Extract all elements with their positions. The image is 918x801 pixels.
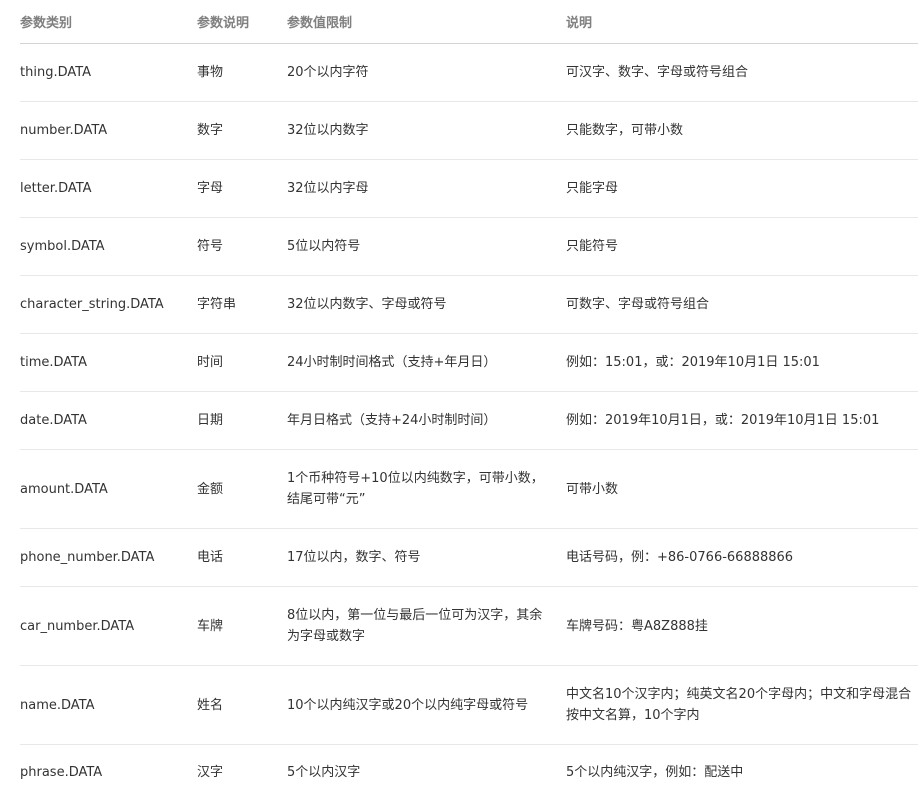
table-row: amount.DATA 金额 1个币种符号+10位以内纯数字，可带小数，结尾可带… <box>20 449 918 529</box>
cell-param-type: date.DATA <box>20 391 197 450</box>
cell-param-limit: 1个币种符号+10位以内纯数字，可带小数，结尾可带“元” <box>287 449 566 529</box>
table-body: thing.DATA 事物 20个以内字符 可汉字、数字、字母或符号组合 num… <box>20 43 918 801</box>
cell-param-name: 字母 <box>197 159 287 218</box>
cell-description: 可带小数 <box>566 449 918 529</box>
cell-param-name: 数字 <box>197 101 287 160</box>
cell-description: 可汉字、数字、字母或符号组合 <box>566 43 918 102</box>
cell-param-limit: 20个以内字符 <box>287 43 566 102</box>
cell-description: 只能字母 <box>566 159 918 218</box>
parameter-table: 参数类别 参数说明 参数值限制 说明 thing.DATA 事物 20个以内字符… <box>20 0 918 801</box>
cell-param-name: 金额 <box>197 449 287 529</box>
cell-param-name: 时间 <box>197 333 287 392</box>
cell-param-type: symbol.DATA <box>20 217 197 276</box>
cell-param-limit: 年月日格式（支持+24小时制时间） <box>287 391 566 450</box>
cell-description: 可数字、字母或符号组合 <box>566 275 918 334</box>
cell-param-limit: 32位以内字母 <box>287 159 566 218</box>
table-row: phrase.DATA 汉字 5个以内汉字 5个以内纯汉字，例如：配送中 <box>20 745 918 801</box>
cell-description: 5个以内纯汉字，例如：配送中 <box>566 765 744 781</box>
header-description: 说明 <box>566 0 918 44</box>
cell-param-type: number.DATA <box>20 101 197 160</box>
cell-param-limit: 10个以内纯汉字或20个以内纯字母或符号 <box>287 665 566 745</box>
cell-param-name: 姓名 <box>197 665 287 745</box>
table-row: time.DATA 时间 24小时制时间格式（支持+年月日） 例如：15:01，… <box>20 333 918 392</box>
cell-description: 中文名10个汉字内；纯英文名20个字母内；中文和字母混合按中文名算，10个字内 <box>566 665 918 745</box>
cell-param-name: 事物 <box>197 43 287 102</box>
cell-param-limit: 32位以内数字、字母或符号 <box>287 275 566 334</box>
cell-param-type: car_number.DATA <box>20 586 197 666</box>
table-row: number.DATA 数字 32位以内数字 只能数字，可带小数 <box>20 101 918 160</box>
cell-param-limit: 8位以内，第一位与最后一位可为汉字，其余为字母或数字 <box>287 586 566 666</box>
header-param-type: 参数类别 <box>20 0 197 44</box>
table-row: phone_number.DATA 电话 17位以内，数字、符号 电话号码，例：… <box>20 528 918 587</box>
cell-param-name: 符号 <box>197 217 287 276</box>
cell-param-type: time.DATA <box>20 333 197 392</box>
cell-param-name: 电话 <box>197 528 287 587</box>
cell-description: 车牌号码：粤A8Z888挂 <box>566 586 918 666</box>
cell-description: 例如：2019年10月1日，或：2019年10月1日 15:01 <box>566 391 918 450</box>
cell-description: 只能数字，可带小数 <box>566 101 918 160</box>
cell-param-limit: 5位以内符号 <box>287 217 566 276</box>
cell-param-type: thing.DATA <box>20 43 197 102</box>
header-param-name: 参数说明 <box>197 0 287 44</box>
cell-param-type: character_string.DATA <box>20 275 197 334</box>
table-row: character_string.DATA 字符串 32位以内数字、字母或符号 … <box>20 275 918 334</box>
cell-param-name: 日期 <box>197 391 287 450</box>
cell-param-limit: 5个以内汉字 <box>287 765 361 781</box>
table-row: car_number.DATA 车牌 8位以内，第一位与最后一位可为汉字，其余为… <box>20 586 918 666</box>
cell-param-name: 字符串 <box>197 275 287 334</box>
cell-param-type: amount.DATA <box>20 449 197 529</box>
cell-param-name: 汉字 <box>197 765 224 781</box>
table-row: symbol.DATA 符号 5位以内符号 只能符号 <box>20 217 918 276</box>
table-row: thing.DATA 事物 20个以内字符 可汉字、数字、字母或符号组合 <box>20 43 918 102</box>
cell-param-name: 车牌 <box>197 586 287 666</box>
cell-param-limit: 32位以内数字 <box>287 101 566 160</box>
cell-param-type: name.DATA <box>20 665 197 745</box>
cell-param-limit: 17位以内，数字、符号 <box>287 528 566 587</box>
cell-param-type: phrase.DATA <box>20 765 103 781</box>
table-header: 参数类别 参数说明 参数值限制 说明 <box>20 0 918 44</box>
header-param-limit: 参数值限制 <box>287 0 566 44</box>
cell-param-type: phone_number.DATA <box>20 528 197 587</box>
table-row: date.DATA 日期 年月日格式（支持+24小时制时间） 例如：2019年1… <box>20 391 918 450</box>
table-row: letter.DATA 字母 32位以内字母 只能字母 <box>20 159 918 218</box>
cell-description: 例如：15:01，或：2019年10月1日 15:01 <box>566 333 918 392</box>
cell-param-limit: 24小时制时间格式（支持+年月日） <box>287 333 566 392</box>
table-row: name.DATA 姓名 10个以内纯汉字或20个以内纯字母或符号 中文名10个… <box>20 665 918 745</box>
header-row: 参数类别 参数说明 参数值限制 说明 <box>20 0 918 44</box>
cell-description: 只能符号 <box>566 217 918 276</box>
cell-description: 电话号码，例：+86-0766-66888866 <box>566 528 918 587</box>
cell-param-type: letter.DATA <box>20 159 197 218</box>
